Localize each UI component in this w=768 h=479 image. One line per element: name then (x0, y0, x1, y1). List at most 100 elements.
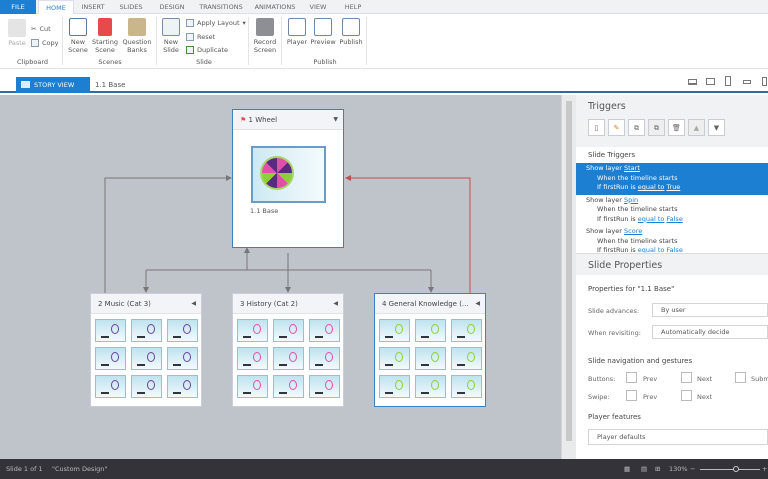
layer-link[interactable]: Spin (624, 196, 638, 204)
cut-button[interactable]: ✂ Cut (31, 25, 51, 33)
slide-thumbnail[interactable] (237, 319, 268, 342)
new-scene-button[interactable]: New Scene (66, 18, 90, 54)
slide-thumbnail[interactable] (309, 375, 340, 398)
delete-trigger-icon[interactable]: 🗑 (668, 119, 685, 136)
story-canvas[interactable]: ⚑ 1 Wheel ▼ 1.1 Base 2 Music (Cat 3) ◀ 3 H… (0, 95, 561, 459)
zoom-in-button[interactable]: + (762, 459, 767, 479)
tab-transitions[interactable]: TRANSITIONS (194, 0, 248, 14)
slide-thumbnail[interactable] (415, 347, 446, 370)
preview-button[interactable]: Preview (309, 18, 337, 46)
value-link[interactable]: True (667, 183, 681, 191)
collapse-arrow-icon[interactable]: ◀ (191, 294, 196, 313)
slide-sorter-icon[interactable]: ⊞ (655, 459, 660, 479)
zoom-out-button[interactable]: − (690, 459, 695, 479)
slide-thumbnail[interactable] (273, 375, 304, 398)
operator-link[interactable]: equal to (638, 246, 665, 253)
apply-layout-button[interactable]: Apply Layout ▾ (186, 19, 246, 27)
publish-button[interactable]: Publish (338, 18, 364, 46)
tab-view[interactable]: VIEW (304, 0, 332, 14)
phone-landscape-icon[interactable] (743, 80, 751, 84)
story-view-tab[interactable]: STORY VIEW (16, 77, 90, 93)
buttons-submit-checkbox[interactable] (735, 372, 746, 383)
tablet-landscape-icon[interactable] (706, 78, 715, 85)
new-slide-button[interactable]: New Slide (159, 18, 183, 54)
slide-thumbnail[interactable] (309, 347, 340, 370)
slide-thumbnail[interactable] (415, 319, 446, 342)
slide-thumbnail[interactable] (451, 347, 482, 370)
slide-thumbnail[interactable] (273, 319, 304, 342)
scene-card-1[interactable]: ⚑ 1 Wheel ▼ 1.1 Base (232, 109, 344, 248)
tab-file[interactable]: FILE (0, 0, 36, 14)
vertical-scrollbar[interactable] (561, 95, 576, 459)
tab-slides[interactable]: SLIDES (112, 0, 150, 14)
chevron-down-icon[interactable]: ▼ (333, 110, 338, 129)
slide-thumbnail[interactable] (95, 347, 126, 370)
buttons-next-checkbox[interactable] (681, 372, 692, 383)
tab-home[interactable]: HOME (38, 0, 74, 15)
normal-view-icon[interactable]: ▤ (641, 459, 647, 479)
slide-thumbnail[interactable] (237, 375, 268, 398)
slide-thumbnail[interactable] (95, 375, 126, 398)
tablet-portrait-icon[interactable] (725, 76, 731, 86)
slide-thumbnail[interactable] (379, 347, 410, 370)
desktop-icon[interactable] (688, 79, 697, 85)
collapse-arrow-icon[interactable]: ◀ (333, 294, 338, 313)
slide-thumbnail[interactable] (451, 375, 482, 398)
zoom-slider-thumb[interactable] (733, 466, 739, 472)
layer-link[interactable]: Score (624, 227, 642, 235)
question-banks-button[interactable]: Question Banks (121, 18, 153, 54)
player-features-select[interactable]: Player defaults (588, 429, 768, 445)
copy-button[interactable]: Copy (31, 39, 59, 47)
slide-thumbnail[interactable] (167, 319, 198, 342)
operator-link[interactable]: equal to (638, 215, 665, 223)
scene-card-3[interactable]: 3 History (Cat 2) ◀ (232, 293, 344, 407)
slide-thumbnail[interactable] (309, 319, 340, 342)
trigger-item[interactable]: Show layer Start When the timeline start… (576, 163, 768, 195)
slide-thumbnail[interactable] (131, 319, 162, 342)
slide-thumbnail[interactable] (415, 375, 446, 398)
slide-thumbnail[interactable] (95, 319, 126, 342)
slide-thumbnail[interactable] (379, 375, 410, 398)
move-down-icon[interactable]: ▼ (708, 119, 725, 136)
move-up-icon[interactable]: ▲ (688, 119, 705, 136)
scene-card-4[interactable]: 4 General Knowledge (... ◀ (374, 293, 486, 407)
buttons-prev-checkbox[interactable] (626, 372, 637, 383)
new-trigger-icon[interactable]: ▯ (588, 119, 605, 136)
value-link[interactable]: False (667, 246, 683, 253)
scene-card-2[interactable]: 2 Music (Cat 3) ◀ (90, 293, 202, 407)
reset-button[interactable]: Reset (186, 33, 215, 41)
tab-animations[interactable]: ANIMATIONS (250, 0, 300, 14)
player-button[interactable]: Player (285, 18, 309, 46)
layer-link[interactable]: Start (624, 164, 640, 172)
collapse-arrow-icon[interactable]: ◀ (473, 294, 480, 313)
story-view-icon[interactable]: ▦ (624, 459, 630, 479)
slide-thumbnail[interactable] (273, 347, 304, 370)
slide-thumbnail[interactable] (131, 347, 162, 370)
swipe-next-checkbox[interactable] (681, 390, 692, 401)
value-link[interactable]: False (667, 215, 683, 223)
tab-design[interactable]: DESIGN (152, 0, 192, 14)
duplicate-button[interactable]: Duplicate (186, 46, 228, 54)
slide-thumbnail[interactable] (379, 319, 410, 342)
breadcrumb[interactable]: 1.1 Base (95, 81, 125, 89)
starting-scene-button[interactable]: Starting Scene (91, 18, 119, 54)
slide-thumbnail[interactable] (251, 146, 326, 203)
trigger-item[interactable]: Show layer Spin When the timeline starts… (576, 195, 768, 227)
trigger-item[interactable]: Show layer Score When the timeline start… (576, 226, 768, 253)
zoom-slider[interactable] (700, 469, 760, 470)
operator-link[interactable]: equal to (638, 183, 665, 191)
paste-trigger-icon[interactable]: ⧉ (648, 119, 665, 136)
when-revisiting-select[interactable]: Automatically decide (652, 325, 768, 339)
paste-button[interactable]: Paste (6, 19, 28, 47)
record-screen-button[interactable]: Record Screen (251, 18, 279, 54)
slide-thumbnail[interactable] (167, 347, 198, 370)
slide-advances-select[interactable]: By user (652, 303, 768, 317)
slide-thumbnail[interactable] (237, 347, 268, 370)
slide-thumbnail[interactable] (451, 319, 482, 342)
scrollbar-thumb[interactable] (566, 101, 572, 441)
tab-insert[interactable]: INSERT (76, 0, 110, 14)
slide-thumbnail[interactable] (167, 375, 198, 398)
edit-trigger-icon[interactable]: ✎ (608, 119, 625, 136)
swipe-prev-checkbox[interactable] (626, 390, 637, 401)
slide-thumbnail[interactable] (131, 375, 162, 398)
